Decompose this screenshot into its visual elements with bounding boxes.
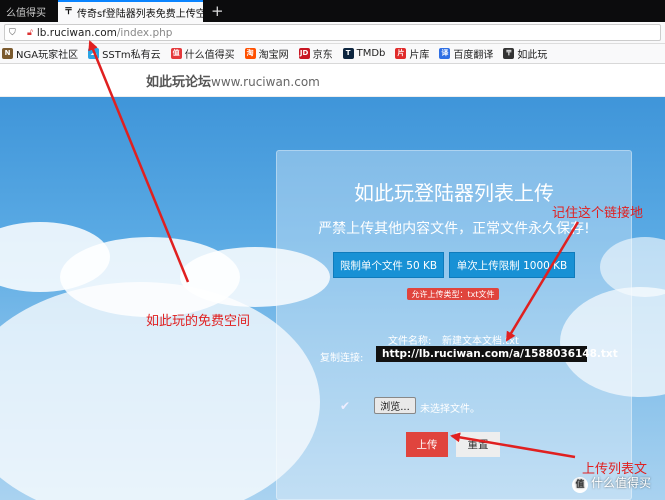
bookmark-tmdb[interactable]: T TMDb [342, 48, 386, 59]
bookmark-label: 淘宝网 [258, 50, 289, 61]
navigation-bar: ⛉ 🔓︎ lb.ruciwan.com/index.php [0, 22, 665, 44]
bookmark-ruciwan[interactable]: 〒如此玩 [503, 46, 547, 61]
taobao-icon: 淘 [244, 48, 256, 59]
check-icon: ✔ [340, 399, 351, 413]
watermark-text: 什么值得买 [591, 476, 652, 490]
tab-smzdm[interactable]: 么值得买 [0, 0, 58, 22]
bookmark-pianku[interactable]: 片片库 [395, 46, 429, 61]
logo-text: 如此玩论坛 [146, 75, 212, 90]
bookmark-baidu-translate[interactable]: 译百度翻译 [439, 46, 493, 61]
tmdb-icon: T [342, 48, 354, 59]
watermark: 值什么值得买 [572, 474, 651, 493]
tab-label: 传奇sf登陆器列表免费上传空间 [77, 8, 203, 20]
file-name-label: 文件名称: [388, 336, 432, 347]
jd-icon: JD [298, 48, 310, 59]
ruciwan-icon: 〒 [503, 48, 515, 59]
bookmark-label: 什么值得买 [184, 50, 235, 61]
annotation-free-space: 如此玩的免费空间 [146, 314, 251, 329]
shield-icon[interactable]: ⛉ [9, 28, 21, 38]
bookmark-label: SSTm私有云 [102, 50, 161, 61]
url-path: /index.php [116, 26, 173, 39]
bookmarks-bar: N NGA玩家社区 ☁ SSTm私有云 值什么值得买 淘淘宝网 JD 京东 T TMDb… [0, 44, 665, 64]
address-bar[interactable]: ⛉ 🔓︎ lb.ruciwan.com/index.php [4, 24, 661, 41]
new-tab-button[interactable]: + [203, 0, 232, 22]
upload-subtitle: 严禁上传其他内容文件，正常文件永久保存! [318, 221, 590, 237]
bookmark-label: 片库 [409, 50, 430, 61]
cloud-icon: ☁ [88, 48, 100, 59]
smzdm-icon: 值 [170, 48, 182, 59]
bookmark-label: 如此玩 [517, 50, 548, 61]
site-header: 如此玩论坛www.ruciwan.com [0, 64, 665, 97]
smzdm-badge-icon: 值 [572, 477, 588, 493]
upload-button[interactable]: 上传 [406, 432, 448, 457]
reset-button[interactable]: 重置 [456, 432, 500, 457]
tab-bar: 么值得买 〒 传奇sf登陆器列表免费上传空间 ✕ + [0, 0, 665, 22]
allowed-type-badge: 允许上传类型：txt文件 [407, 288, 499, 300]
bookmark-jd[interactable]: JD 京东 [298, 46, 333, 61]
pianku-icon: 片 [395, 48, 407, 59]
tab-active-upload[interactable]: 〒 传奇sf登陆器列表免费上传空间 ✕ [58, 0, 203, 22]
bookmark-label: 百度翻译 [453, 50, 494, 61]
bookmark-smzdm[interactable]: 值什么值得买 [170, 46, 235, 61]
url-domain: lb.ruciwan.com [36, 26, 117, 39]
insecure-lock-icon[interactable]: 🔓︎ [27, 28, 33, 38]
baidu-translate-icon: 译 [439, 48, 451, 59]
copy-link-field[interactable]: http://lb.ruciwan.com/a/1588036148.txt [376, 346, 618, 362]
no-file-text: 未选择文件。 [420, 404, 480, 415]
file-name-value: 新建文本文档.txt [442, 336, 519, 347]
bookmark-label: NGA玩家社区 [16, 50, 79, 61]
copy-link-label: 复制连接: [320, 353, 364, 364]
browse-button[interactable]: 浏览... [374, 397, 416, 414]
annotation-remember-link: 记住这个链接地 [552, 206, 644, 221]
bookmark-nga[interactable]: N NGA玩家社区 [2, 46, 78, 61]
bookmark-label: 京东 [312, 50, 333, 61]
site-logo[interactable]: 如此玩论坛www.ruciwan.com [146, 71, 320, 90]
limit-once-button[interactable]: 单次上传限制 1000 KB [449, 252, 575, 278]
tab-label: 么值得买 [6, 7, 46, 19]
ruciwan-icon: 〒 [64, 6, 74, 17]
limit-single-button[interactable]: 限制单个文件 50 KB [333, 252, 444, 278]
bookmark-sstm[interactable]: ☁ SSTm私有云 [88, 46, 161, 61]
nga-icon: N [2, 48, 13, 59]
bookmark-taobao[interactable]: 淘淘宝网 [244, 46, 289, 61]
logo-domain: www.ruciwan.com [211, 75, 320, 89]
bookmark-label: TMDb [356, 48, 386, 59]
